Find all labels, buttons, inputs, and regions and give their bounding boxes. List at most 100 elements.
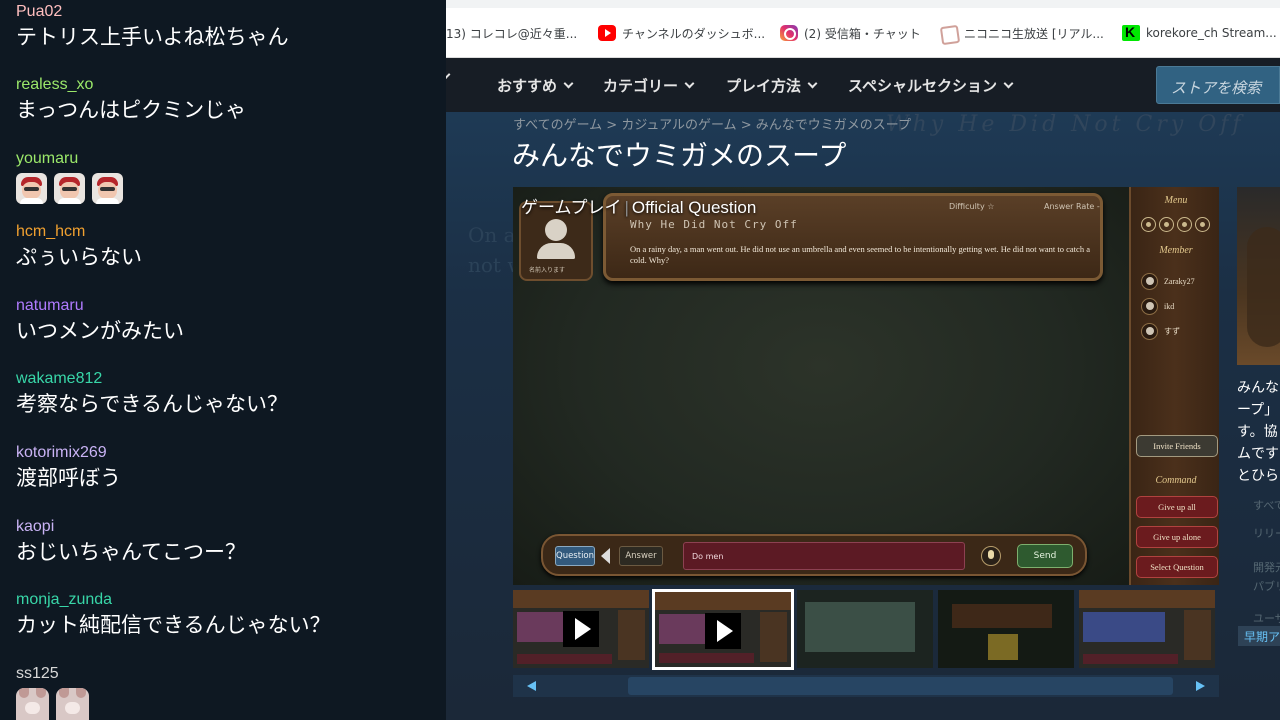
- bookmark-instagram-inbox[interactable]: (2) 受信箱・チャット: [780, 22, 921, 44]
- overlay-separator: |: [624, 198, 629, 217]
- chat-username[interactable]: ss125: [16, 664, 89, 684]
- nav-label: スペシャルセクション: [848, 77, 997, 95]
- chat-message: kaopi おじいちゃんてこつー？: [16, 517, 246, 567]
- chat-emotes: [16, 688, 89, 720]
- emote-icon: [54, 173, 85, 204]
- difficulty-label: Difficulty ☆: [949, 202, 995, 211]
- bookmarks-bar: 13) コレコレ@近々重... チャンネルのダッシュボ... (2) 受信箱・チ…: [446, 0, 1280, 58]
- info-label: 開発元:: [1253, 561, 1280, 574]
- chat-text: おじいちゃんてこつー？: [16, 540, 246, 564]
- search-placeholder: ストアを検索: [1171, 79, 1262, 97]
- description-line: す。協: [1237, 424, 1278, 440]
- steam-game-page: Why He Did Not Cry Off On a not w すべてのゲー…: [446, 112, 1280, 720]
- question-text: On a rainy day, a man went out. He did n…: [630, 244, 1090, 265]
- chevron-down-icon: [807, 78, 818, 89]
- chat-message: realess_xo まっつんはピクミンじゃ: [16, 75, 246, 125]
- screenshot-thumbnail[interactable]: [797, 590, 933, 668]
- description-line: とひら: [1237, 468, 1279, 484]
- early-access-tag[interactable]: 早期ア: [1238, 626, 1280, 646]
- video-overlay-title: ゲームプレイ | Official Question: [521, 193, 756, 218]
- scroll-left-icon[interactable]: [527, 681, 536, 691]
- description-line: ムです: [1237, 446, 1279, 462]
- store-search-input[interactable]: ストアを検索: [1156, 66, 1280, 104]
- overlay-title-left: ゲームプレイ: [521, 198, 622, 217]
- gear-icon[interactable]: [1177, 217, 1192, 232]
- give-up-alone-button[interactable]: Give up alone: [1136, 526, 1218, 548]
- play-icon: [563, 611, 599, 647]
- chevron-down-icon: [446, 69, 451, 80]
- member-name: Zaraky27: [1164, 277, 1195, 286]
- media-player[interactable]: 名前入ります Difficulty ☆ Answer Rate - Why He…: [513, 187, 1219, 585]
- question-text-input[interactable]: Do men: [683, 542, 965, 570]
- scroll-right-icon[interactable]: [1196, 681, 1205, 691]
- speaker-icon[interactable]: [601, 548, 610, 564]
- stream-chat-panel: Pua02 テトリス上手いよね松ちゃん realess_xo まっつんはピクミン…: [0, 0, 446, 720]
- chat-username[interactable]: kotorimix269: [16, 443, 121, 463]
- chat-message: monja_zunda カット純配信できるんじゃない？: [16, 590, 331, 640]
- user-silhouette-icon: [545, 219, 567, 241]
- question-input-bar: Question Answer Do men Send: [541, 534, 1087, 576]
- help-icon[interactable]: [1195, 217, 1210, 232]
- chat-text: ぷぅいらない: [16, 245, 142, 269]
- member-name: すず: [1164, 327, 1180, 336]
- nav-recommended[interactable]: おすすめ: [497, 75, 574, 96]
- niconico-icon: [940, 25, 958, 41]
- menu-heading: Menu: [1164, 195, 1188, 206]
- chat-text: 考察ならできるんじゃない？: [16, 392, 288, 416]
- thumbnail-scrollbar[interactable]: [513, 675, 1219, 697]
- video-thumbnail-selected[interactable]: [652, 589, 794, 670]
- microphone-icon[interactable]: [981, 546, 1001, 566]
- chat-username[interactable]: youmaru: [16, 149, 123, 169]
- video-thumbnail[interactable]: [513, 590, 649, 668]
- scrollbar-handle[interactable]: [628, 677, 1173, 695]
- give-up-all-button[interactable]: Give up all: [1136, 496, 1218, 518]
- select-question-button[interactable]: Select Question: [1136, 556, 1218, 578]
- question-title: Why He Did Not Cry Off: [630, 218, 798, 231]
- nav-special-sections[interactable]: スペシャルセクション: [848, 75, 1014, 96]
- info-label: リリース: [1253, 527, 1280, 540]
- screenshot-thumbnail[interactable]: [1079, 590, 1215, 668]
- nav-categories[interactable]: カテゴリー: [603, 75, 695, 96]
- bookmark-youtube-dashboard[interactable]: チャンネルのダッシュボ...: [598, 22, 765, 44]
- invite-friends-button[interactable]: Invite Friends: [1136, 435, 1218, 457]
- emote-icon: [16, 173, 47, 204]
- game-capsule-image: [1237, 187, 1280, 365]
- member-row: Zaraky27: [1141, 273, 1195, 290]
- chat-text: まっつんはピクミンじゃ: [16, 98, 247, 122]
- chat-message: wakame812 考察ならできるんじゃない？: [16, 369, 288, 419]
- chevron-down-icon: [563, 78, 574, 89]
- screenshot-thumbnail[interactable]: [938, 590, 1074, 668]
- overlay-title-right: Official Question: [631, 198, 757, 217]
- member-row: すず: [1141, 323, 1180, 340]
- nav-label: おすすめ: [497, 77, 558, 95]
- chat-emotes: [16, 173, 123, 204]
- chat-message: kotorimix269 渡部呼ぼう: [16, 443, 121, 493]
- chat-username[interactable]: natumaru: [16, 296, 184, 316]
- send-button[interactable]: Send: [1017, 544, 1073, 568]
- nav-how-to-play[interactable]: プレイ方法: [726, 75, 818, 96]
- nav-partial-item[interactable]: [446, 69, 451, 80]
- bookmark-korekore[interactable]: 13) コレコレ@近々重...: [446, 22, 577, 44]
- chat-username[interactable]: kaopi: [16, 517, 246, 537]
- chat-username[interactable]: monja_zunda: [16, 590, 331, 610]
- chat-username[interactable]: wakame812: [16, 369, 288, 389]
- nav-label: プレイ方法: [726, 77, 802, 95]
- member-avatar-icon: [1141, 323, 1158, 340]
- bookmark-niconico-live[interactable]: ニコニコ生放送 [リアル...: [940, 22, 1104, 44]
- play-icon: [705, 613, 741, 649]
- chat-username[interactable]: Pua02: [16, 2, 289, 22]
- browser-window: 13) コレコレ@近々重... チャンネルのダッシュボ... (2) 受信箱・チ…: [446, 0, 1280, 720]
- question-tab[interactable]: Question: [555, 546, 595, 566]
- chat-username[interactable]: realess_xo: [16, 75, 246, 95]
- chat-username[interactable]: hcm_hcm: [16, 222, 142, 242]
- breadcrumb[interactable]: すべてのゲーム > カジュアルのゲーム > みんなでウミガメのスープ: [513, 114, 911, 133]
- menu-icons: [1141, 217, 1210, 232]
- chat-text: テトリス上手いよね松ちゃん: [16, 25, 289, 49]
- chat-text: カット純配信できるんじゃない？: [16, 613, 331, 637]
- answer-tab[interactable]: Answer: [619, 546, 663, 566]
- bookmark-label: 13) コレコレ@近々重...: [446, 26, 578, 41]
- bookmark-kick-stream[interactable]: korekore_ch Stream...: [1122, 22, 1277, 44]
- discord-icon[interactable]: [1159, 217, 1174, 232]
- back-icon[interactable]: [1141, 217, 1156, 232]
- youtube-icon: [598, 25, 616, 41]
